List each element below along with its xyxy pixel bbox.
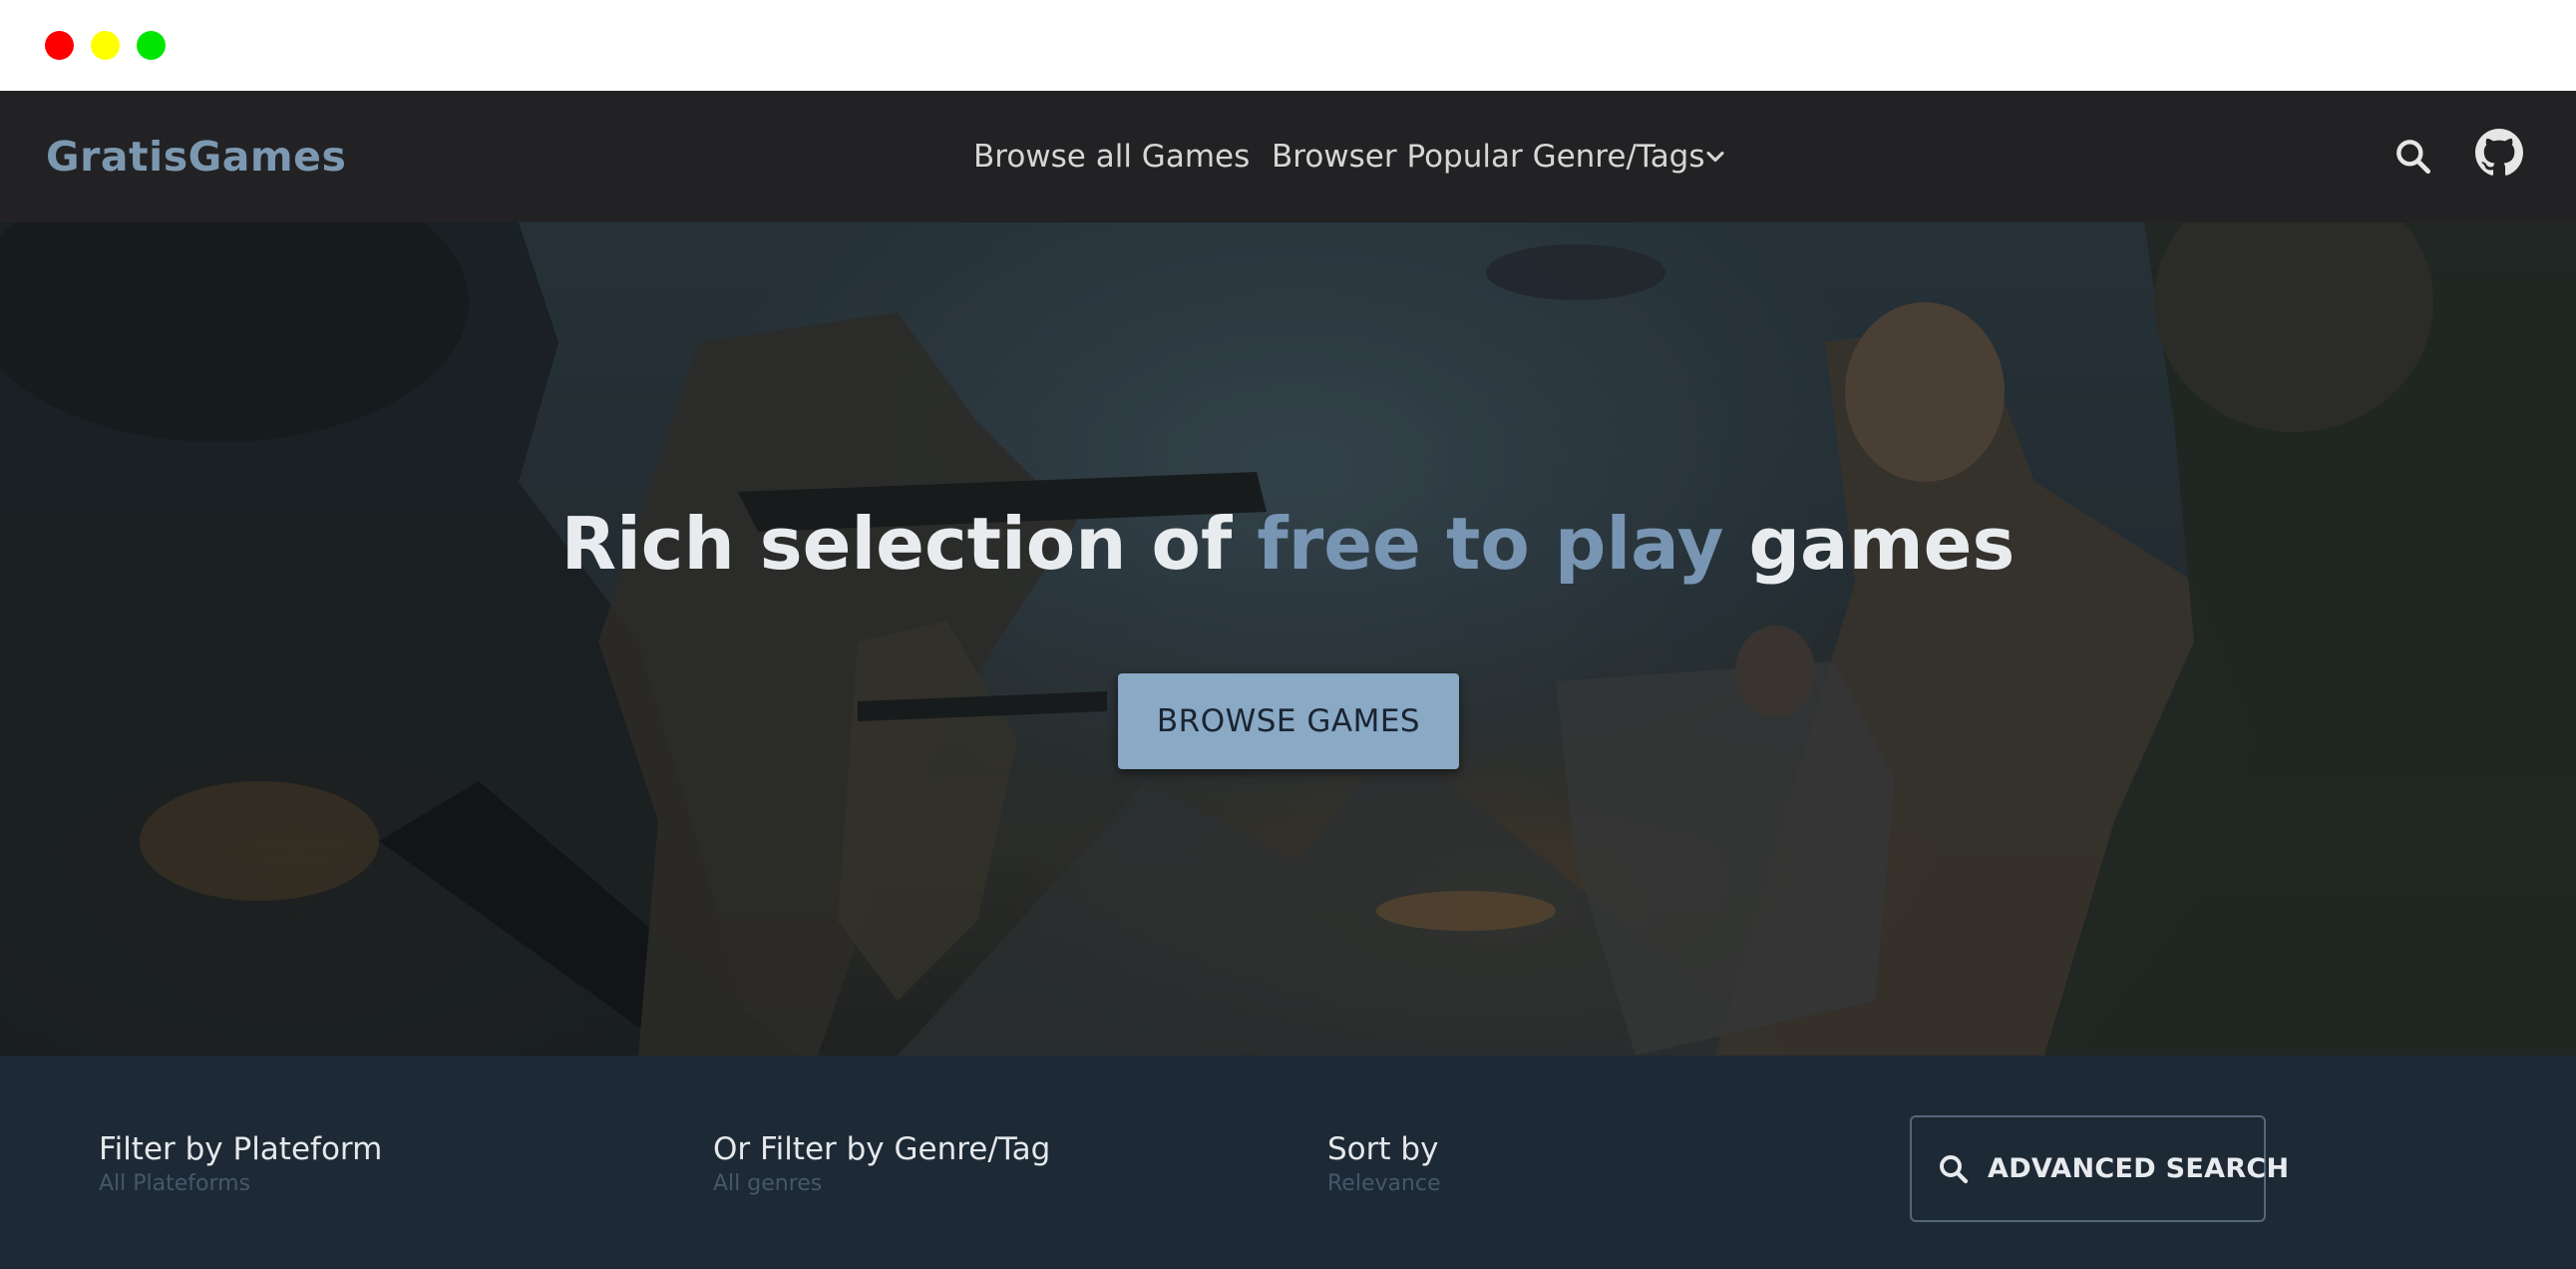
site-logo[interactable]: GratisGames: [46, 91, 346, 222]
top-navbar: GratisGames Browse all Games Browser Pop…: [0, 91, 2576, 222]
chevron-down-icon[interactable]: [1701, 143, 1729, 171]
browse-games-button[interactable]: BROWSE GAMES: [1118, 673, 1459, 769]
genre-filter-label: Or Filter by Genre/Tag: [713, 1131, 1051, 1167]
advanced-search-button[interactable]: ADVANCED SEARCH: [1910, 1115, 2289, 1222]
close-window-button[interactable]: [45, 31, 74, 60]
nav-popular-genres-dropdown[interactable]: Browser Popular Genre/Tags: [1272, 91, 1705, 222]
hero-title: Rich selection of free to play games: [0, 502, 2576, 586]
hero-title-start: Rich selection of: [560, 502, 1258, 586]
search-icon: [1940, 1155, 1969, 1184]
genre-filter[interactable]: Or Filter by Genre/Tag All genres: [713, 1129, 1050, 1199]
hero-title-end: games: [1723, 502, 2016, 586]
platform-filter-value: All Plateforms: [99, 1171, 251, 1196]
github-icon[interactable]: [2475, 129, 2523, 177]
sort-by-value: Relevance: [1327, 1171, 1441, 1196]
filter-bar: Filter by Plateform All Plateforms Or Fi…: [0, 1056, 2576, 1269]
hero-overlay: [0, 222, 2576, 1056]
genre-filter-value: All genres: [713, 1171, 823, 1196]
window-titlebar: [0, 0, 2576, 91]
minimize-window-button[interactable]: [91, 31, 120, 60]
sort-by-select[interactable]: Sort by Relevance: [1327, 1129, 1441, 1199]
advanced-search-label: ADVANCED SEARCH: [1988, 1153, 2290, 1184]
sort-by-label: Sort by: [1327, 1131, 1439, 1167]
hero-banner: Rich selection of free to play games BRO…: [0, 222, 2576, 1056]
platform-filter[interactable]: Filter by Plateform All Plateforms: [99, 1129, 382, 1199]
platform-filter-label: Filter by Plateform: [99, 1131, 383, 1167]
maximize-window-button[interactable]: [137, 31, 166, 60]
search-icon[interactable]: [2392, 135, 2435, 179]
hero-title-accent: free to play: [1257, 502, 1724, 586]
nav-browse-all-games[interactable]: Browse all Games: [973, 91, 1250, 222]
